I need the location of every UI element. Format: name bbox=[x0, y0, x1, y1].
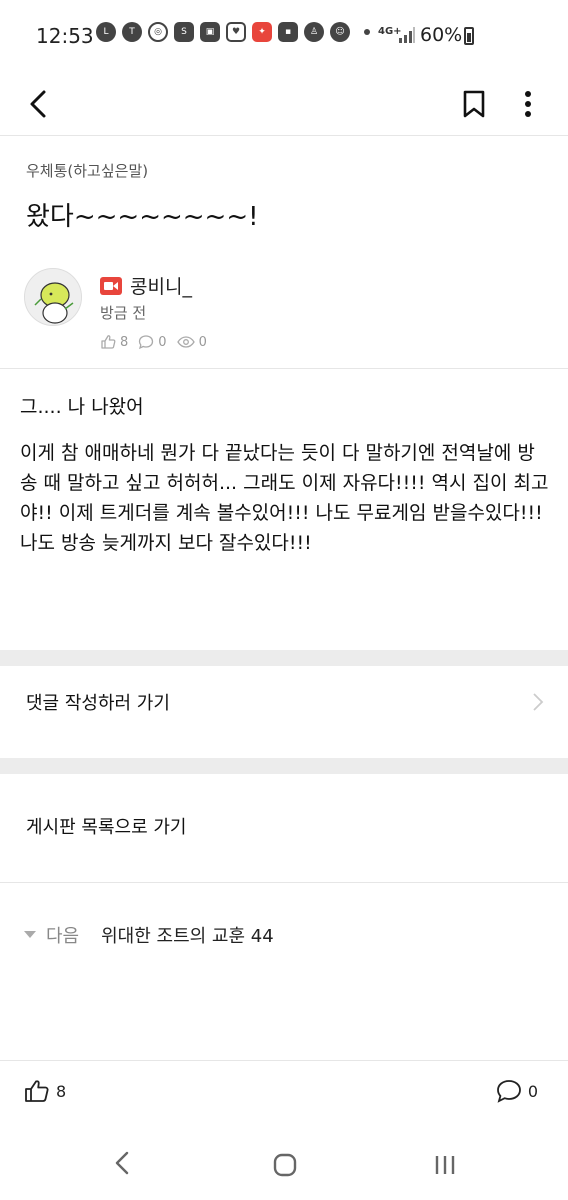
live-broadcast-icon bbox=[100, 276, 122, 295]
eye-icon bbox=[176, 336, 195, 348]
view-stat: 0 bbox=[176, 334, 207, 350]
signal-icon bbox=[399, 27, 415, 43]
nav-home-icon bbox=[273, 1153, 297, 1177]
comment-icon bbox=[496, 1080, 521, 1103]
more-options-button[interactable] bbox=[508, 80, 548, 128]
caret-down-icon bbox=[24, 931, 36, 938]
game-icon: ✦ bbox=[252, 22, 272, 42]
sync-icon: ◎ bbox=[148, 22, 168, 42]
system-recents-button[interactable] bbox=[432, 1152, 458, 1182]
shopping-icon: S bbox=[174, 22, 194, 42]
post-title: 왔다~~~~~~~~! bbox=[26, 202, 259, 232]
comment-icon bbox=[139, 335, 154, 350]
post-category[interactable]: 우체통(하고싶은말) bbox=[26, 160, 148, 181]
list-divider bbox=[0, 882, 568, 883]
battery-icon bbox=[464, 27, 474, 45]
author-avatar[interactable] bbox=[24, 268, 82, 326]
bottom-action-bar: 8 0 bbox=[0, 1060, 568, 1124]
post-paragraph: 이게 참 애매하네 뭔가 다 끝났다는 듯이 다 말하기엔 전역날에 방송 때 … bbox=[20, 442, 549, 554]
notification-icons: L T ◎ S ▣ ♥ ✦ ▪ ♙ ☺ bbox=[96, 22, 370, 42]
section-separator bbox=[0, 650, 568, 666]
thumbs-up-icon bbox=[101, 335, 116, 349]
gift-icon: ▣ bbox=[200, 22, 220, 42]
avatar-image bbox=[25, 269, 81, 325]
section-separator bbox=[0, 758, 568, 774]
bookmark-icon bbox=[463, 90, 485, 118]
person-icon: ♙ bbox=[304, 22, 324, 42]
header-divider bbox=[0, 368, 568, 369]
system-back-button[interactable] bbox=[112, 1150, 132, 1180]
back-icon bbox=[30, 90, 46, 118]
next-post-link[interactable]: 다음 위대한 조트의 교훈 44 bbox=[24, 922, 274, 948]
battery-percent: 60% bbox=[420, 24, 463, 46]
more-vertical-icon bbox=[525, 91, 531, 117]
heart-icon: ♥ bbox=[226, 22, 246, 42]
like-stat: 8 bbox=[100, 334, 128, 350]
chevron-right-icon bbox=[533, 693, 544, 711]
system-nav-bar bbox=[0, 1130, 568, 1200]
post-stats: 8 0 0 bbox=[100, 334, 207, 350]
next-post-title: 위대한 조트의 교훈 44 bbox=[101, 926, 274, 947]
nav-recents-icon bbox=[435, 1156, 455, 1174]
system-home-button[interactable] bbox=[272, 1152, 298, 1182]
nav-back-icon bbox=[115, 1151, 129, 1175]
write-comment-label: 댓글 작성하러 가기 bbox=[26, 693, 170, 714]
view-count: 0 bbox=[198, 334, 207, 350]
board-list-label: 게시판 목록으로 가기 bbox=[26, 817, 187, 838]
author-row[interactable]: 콩비니_ bbox=[100, 272, 192, 299]
back-button[interactable] bbox=[18, 80, 58, 128]
like-button[interactable]: 8 bbox=[24, 1079, 66, 1103]
next-label: 다음 bbox=[46, 926, 80, 947]
comment-stat: 0 bbox=[138, 334, 167, 350]
post-paragraph: 그.... 나 나왔어 bbox=[20, 396, 144, 418]
board-list-link[interactable]: 게시판 목록으로 가기 bbox=[0, 790, 568, 862]
post-body: 그.... 나 나왔어 이게 참 애매하네 뭔가 다 끝났다는 듯이 다 말하기… bbox=[20, 392, 552, 574]
bookmark-button[interactable] bbox=[454, 80, 494, 128]
like-count: 8 bbox=[120, 334, 129, 350]
like-count: 8 bbox=[56, 1081, 67, 1101]
talk-icon: T bbox=[122, 22, 142, 42]
comment-count: 0 bbox=[527, 1081, 538, 1101]
status-time: 12:53 bbox=[36, 24, 94, 48]
line-icon: L bbox=[96, 22, 116, 42]
app-bar bbox=[0, 72, 568, 136]
author-name[interactable]: 콩비니_ bbox=[130, 272, 192, 299]
emoji-icon: ☺ bbox=[330, 22, 350, 42]
thumbs-up-icon bbox=[25, 1080, 49, 1102]
chat-icon: ▪ bbox=[278, 22, 298, 42]
comment-count: 0 bbox=[158, 334, 167, 350]
dot-icon bbox=[364, 29, 370, 35]
comment-button[interactable]: 0 bbox=[496, 1079, 538, 1103]
post-time: 방금 전 bbox=[100, 304, 147, 322]
status-bar: 12:53 L T ◎ S ▣ ♥ ✦ ▪ ♙ ☺ 4G+ 60% bbox=[0, 0, 568, 72]
write-comment-link[interactable]: 댓글 작성하러 가기 bbox=[0, 666, 568, 738]
